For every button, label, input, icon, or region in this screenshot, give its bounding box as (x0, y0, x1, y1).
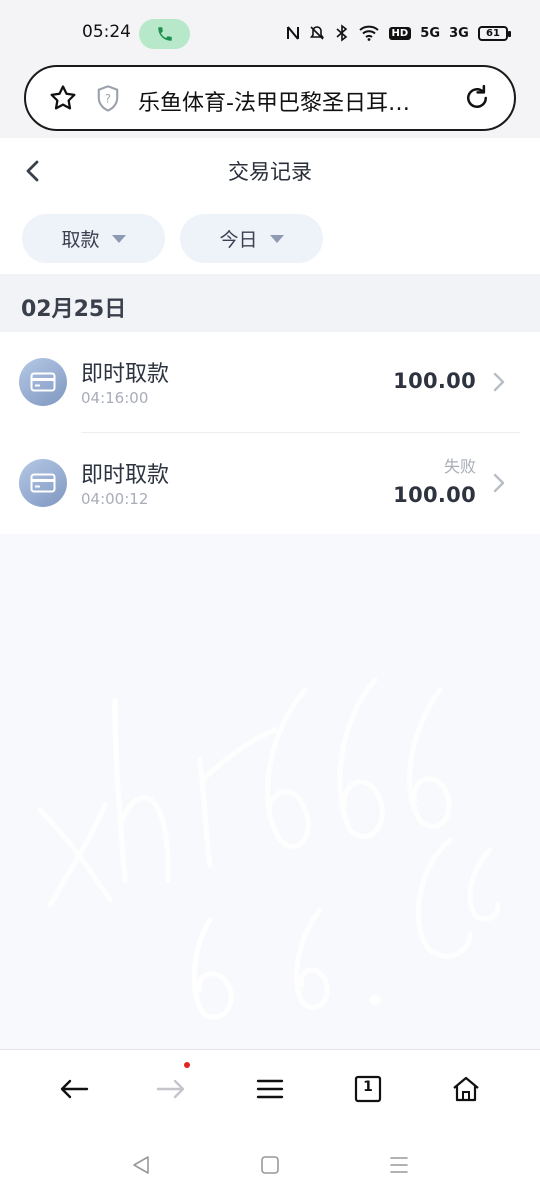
reload-icon[interactable] (462, 83, 492, 113)
date-section-header: 02月25日 (0, 274, 540, 332)
menu-button[interactable] (252, 1072, 288, 1106)
nav-home-icon (261, 1156, 279, 1174)
filter-date-label: 今日 (219, 229, 258, 251)
status-bar: 05:24 HD 5G 3G 61 (0, 0, 540, 62)
transaction-row[interactable]: 即时取款 04:00:12 失败 100.00 (0, 433, 540, 533)
chevron-right-icon (493, 372, 505, 392)
transaction-amount: 100.00 (393, 483, 476, 507)
caret-down-icon (269, 234, 284, 243)
transaction-title: 即时取款 (81, 463, 170, 488)
back-button[interactable] (56, 1072, 92, 1106)
call-indicator[interactable] (139, 19, 190, 49)
nav-home-button[interactable] (258, 1153, 282, 1177)
filter-type-label: 取款 (61, 229, 100, 251)
page-title: 交易记录 (228, 160, 312, 184)
nav-recents-button[interactable] (387, 1153, 411, 1177)
status-icons: HD 5G 3G 61 (286, 22, 511, 44)
transaction-amount: 100.00 (393, 369, 476, 393)
nav-recents-icon (390, 1157, 408, 1173)
card-icon (19, 459, 67, 507)
home-button[interactable] (448, 1072, 484, 1106)
signal-3g: 3G (449, 25, 469, 41)
nav-back-button[interactable] (129, 1153, 153, 1177)
hd-badge: HD (388, 26, 412, 40)
transaction-time: 04:16:00 (81, 389, 149, 407)
transaction-row[interactable]: 即时取款 04:16:00 100.00 (0, 332, 540, 433)
card-icon (19, 358, 67, 406)
page-title-in-address-bar[interactable]: 乐鱼体育-法甲巴黎圣日耳… (138, 85, 438, 117)
signal-5g: 5G (420, 25, 441, 41)
browser-toolbar: 1 (0, 1049, 540, 1127)
notification-dot (184, 1062, 190, 1068)
battery-indicator: 61 (477, 25, 511, 41)
system-nav-bar (0, 1127, 540, 1200)
tabs-button[interactable]: 1 (350, 1072, 386, 1106)
transaction-list: 即时取款 04:16:00 100.00 即时取款 04:00:12 失败 10… (0, 332, 540, 534)
nfc-icon (287, 26, 299, 40)
page-header: 交易记录 (0, 138, 540, 202)
call-icon (157, 27, 172, 41)
filter-date-dropdown[interactable]: 今日 (180, 214, 323, 263)
transaction-title: 即时取款 (81, 362, 170, 387)
address-bar[interactable]: ? 乐鱼体育-法甲巴黎圣日耳… (24, 65, 516, 131)
browser-bar: ? 乐鱼体育-法甲巴黎圣日耳… (0, 62, 540, 138)
home-icon (453, 1076, 479, 1102)
mute-icon (310, 26, 325, 40)
section-date: 02月25日 (21, 297, 127, 322)
filter-bar: 取款 今日 (0, 202, 540, 274)
star-icon[interactable] (48, 83, 78, 113)
status-time: 05:24 (82, 22, 131, 42)
nav-back-icon (133, 1156, 149, 1174)
chevron-right-icon (493, 473, 505, 493)
back-arrow-icon (60, 1079, 89, 1099)
bluetooth-icon (336, 24, 348, 42)
transaction-status: 失败 (443, 457, 476, 476)
svg-text:?: ? (105, 91, 111, 105)
menu-icon (256, 1079, 284, 1099)
filter-type-dropdown[interactable]: 取款 (22, 214, 165, 263)
caret-down-icon (111, 234, 126, 243)
shield-icon[interactable]: ? (94, 84, 122, 114)
handwritten-watermark (37, 677, 500, 1020)
transaction-time: 04:00:12 (81, 490, 149, 508)
wifi-icon (359, 25, 380, 41)
forward-button[interactable] (153, 1072, 189, 1106)
forward-arrow-icon (156, 1079, 185, 1099)
tabs-count: 1 (363, 1079, 373, 1095)
